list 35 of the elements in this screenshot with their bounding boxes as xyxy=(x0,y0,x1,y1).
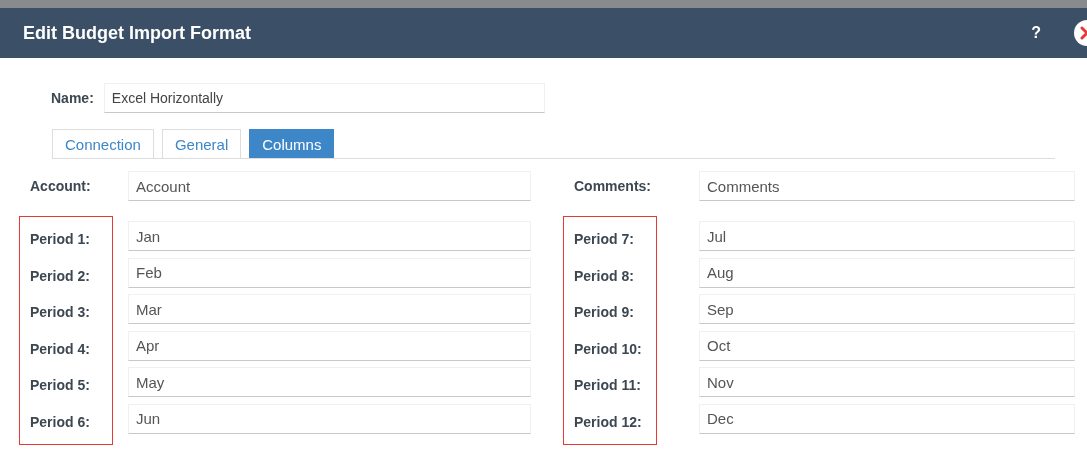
tab[interactable]: Columns xyxy=(249,129,335,158)
field-label: Period 7: xyxy=(574,230,635,249)
field-label: Period 8: xyxy=(574,266,635,286)
field-label: Period 6: xyxy=(30,412,91,432)
field-label: Comments: xyxy=(574,178,651,194)
field-label: Period 9: xyxy=(574,303,635,322)
tab[interactable]: General xyxy=(161,129,242,158)
field-label: Period 4: xyxy=(30,339,91,359)
field-label: Period 12: xyxy=(574,412,643,432)
input-field[interactable]: Sep xyxy=(699,294,1075,324)
help-button[interactable]: ? xyxy=(1027,24,1045,42)
input-field[interactable]: Oct xyxy=(699,330,1075,361)
input-field[interactable]: Feb xyxy=(128,257,531,288)
field-label: Period 5: xyxy=(30,376,91,395)
window-title: Edit Budget Import Format xyxy=(23,22,252,44)
input-field[interactable]: Apr xyxy=(128,330,531,361)
input-field[interactable]: May xyxy=(128,367,531,397)
input-field[interactable]: Aug xyxy=(699,257,1075,288)
input-field[interactable]: Account xyxy=(128,171,531,201)
field-label: Period 2: xyxy=(30,266,91,286)
field-label: Period 3: xyxy=(30,303,91,322)
tab[interactable]: Connection xyxy=(52,129,154,158)
input-field[interactable]: Dec xyxy=(699,403,1075,434)
field-label: Period 10: xyxy=(574,339,643,359)
input-field[interactable]: Jul xyxy=(699,221,1075,251)
input-field[interactable]: Jan xyxy=(128,221,531,251)
field-label: Name: xyxy=(51,90,94,106)
input-field[interactable]: Comments xyxy=(699,171,1075,201)
field-label: Period 11: xyxy=(574,376,642,395)
field-label: Account: xyxy=(30,178,91,194)
input-field[interactable]: Nov xyxy=(699,367,1075,397)
name-field[interactable]: Excel Horizontally xyxy=(103,83,545,113)
input-field[interactable]: Mar xyxy=(128,294,531,324)
field-label: Period 1: xyxy=(30,230,91,249)
input-field[interactable]: Jun xyxy=(128,403,531,434)
